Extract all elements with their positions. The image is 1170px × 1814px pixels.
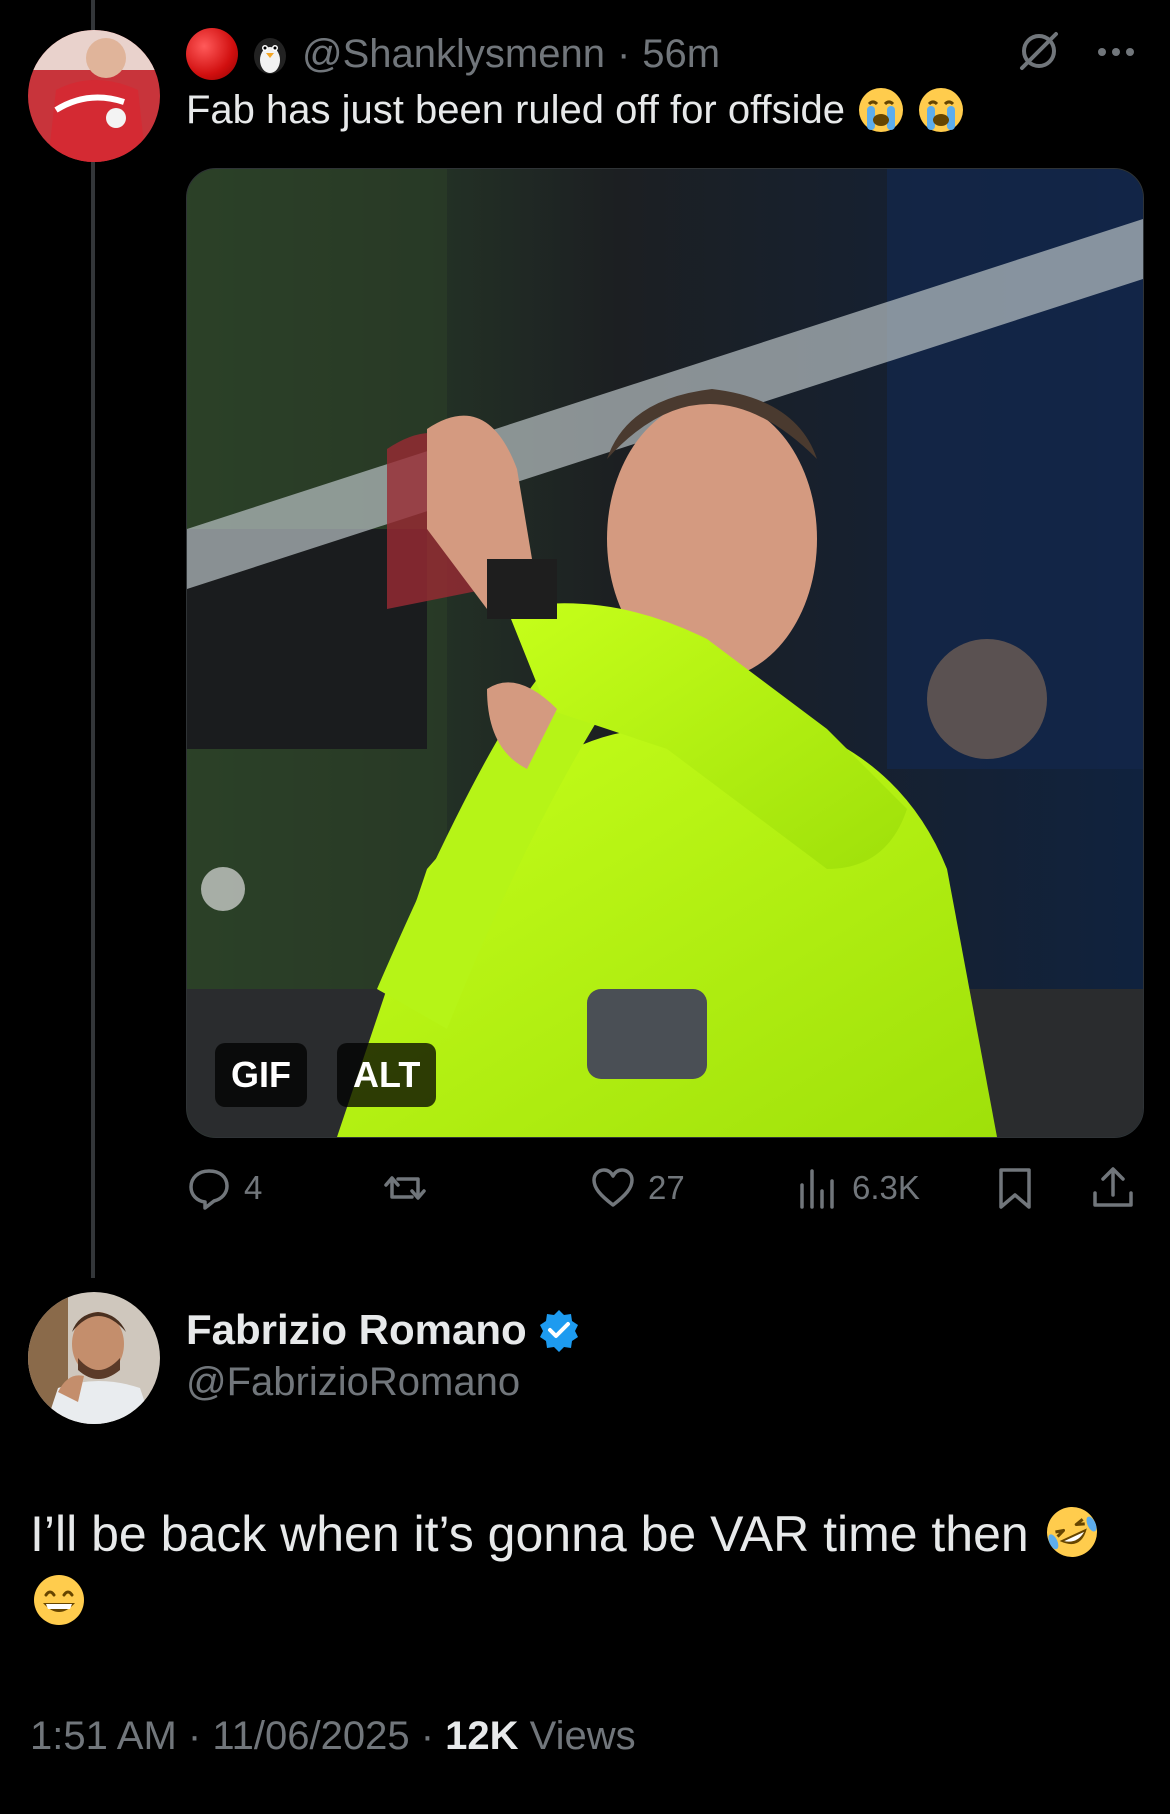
views-bar-chart-icon — [800, 1169, 834, 1209]
main-tweet-text-content: I’ll be back when it’s gonna be VAR time… — [30, 1506, 1029, 1562]
bookmark-button[interactable] — [992, 1160, 1038, 1216]
shanklysmenn-avatar[interactable] — [28, 30, 160, 162]
reply-tweet-actions: 4 27 6.3K — [186, 1160, 1146, 1216]
reply-count: 4 — [244, 1169, 263, 1206]
main-tweet-text: I’ll be back when it’s gonna be VAR time… — [30, 1500, 1140, 1636]
more-options-icon[interactable] — [1092, 32, 1140, 72]
gif-badge: GIF — [215, 1043, 307, 1107]
reply-tweet-header: @Shanklysmenn · 56m — [186, 26, 720, 82]
bookmark-icon — [999, 1168, 1031, 1209]
alt-text-badge[interactable]: ALT — [337, 1043, 437, 1107]
like-button[interactable]: 27 — [590, 1160, 685, 1216]
reply-tweet-text-content: Fab has just been ruled off for offside — [186, 87, 845, 132]
referee-offside-gesture-image — [187, 169, 1143, 1137]
grok-icon[interactable] — [1016, 28, 1062, 74]
reply-author-handle[interactable]: @Shanklysmenn — [302, 32, 605, 77]
heart-icon — [592, 1168, 634, 1207]
red-circle-icon — [186, 28, 238, 80]
reply-tweet-text: Fab has just been ruled off for offside — [186, 86, 965, 134]
views-count: 6.3K — [852, 1169, 920, 1206]
loudly-crying-face-icon — [918, 88, 963, 132]
tweet-time[interactable]: 1:51 AM — [30, 1714, 177, 1758]
header-separator: · — [616, 31, 631, 76]
tweet-date[interactable]: 11/06/2025 — [212, 1714, 409, 1758]
tweet-views-label: Views — [529, 1714, 636, 1758]
thread-connector-line — [91, 0, 95, 1278]
author-handle[interactable]: @FabrizioRomano — [186, 1360, 520, 1405]
tweet-meta: 1:51 AM · 11/06/2025 · 12K Views — [30, 1714, 636, 1759]
reply-bubble-icon — [189, 1169, 229, 1210]
loudly-crying-face-icon — [858, 88, 903, 132]
reply-button[interactable]: 4 — [186, 1160, 262, 1216]
referee-gif-media[interactable]: GIF ALT — [186, 168, 1144, 1138]
author-name-row: Fabrizio Romano — [186, 1306, 581, 1354]
like-count: 27 — [648, 1169, 685, 1206]
penguin-icon — [254, 38, 286, 74]
tweet-views-count: 12K — [445, 1714, 519, 1758]
retweet-button[interactable] — [382, 1160, 440, 1216]
meta-separator: · — [187, 1714, 202, 1758]
retweet-icon — [384, 1176, 426, 1200]
grinning-face-icon — [34, 1575, 84, 1625]
views-button[interactable]: 6.3K — [794, 1160, 920, 1216]
fabrizio-romano-avatar[interactable] — [28, 1292, 160, 1424]
reply-timestamp[interactable]: 56m — [642, 32, 720, 77]
author-name[interactable]: Fabrizio Romano — [186, 1306, 527, 1354]
share-upload-icon — [1093, 1167, 1133, 1207]
meta-separator: · — [420, 1714, 435, 1758]
verified-badge-icon[interactable] — [537, 1308, 581, 1352]
rolling-on-floor-laughing-icon — [1046, 1507, 1097, 1557]
share-button[interactable] — [1090, 1160, 1136, 1216]
